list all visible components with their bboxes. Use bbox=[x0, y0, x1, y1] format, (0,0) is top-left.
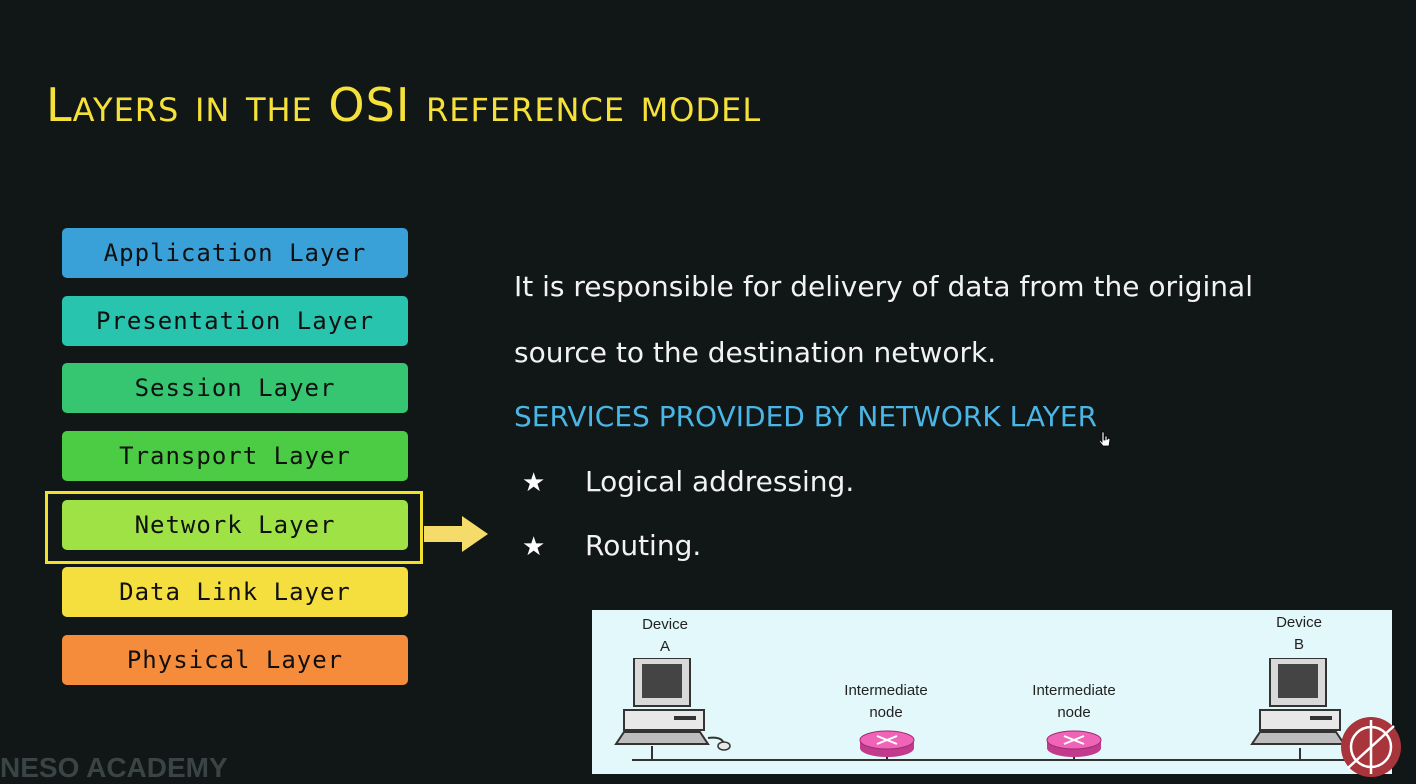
layer-session: Session Layer bbox=[62, 363, 408, 413]
device-b-label: Device B bbox=[1266, 612, 1332, 656]
intermediate-node-2-label: Intermediate node bbox=[1016, 680, 1132, 724]
description-line-1: It is responsible for delivery of data f… bbox=[514, 270, 1253, 303]
layer-transport: Transport Layer bbox=[62, 431, 408, 481]
device-b-label-line2: B bbox=[1293, 636, 1304, 653]
slide-title: Layers in the OSI reference model bbox=[46, 78, 762, 132]
intermediate-node-1-line1: Intermediate bbox=[844, 682, 928, 699]
layer-physical: Physical Layer bbox=[62, 635, 408, 685]
layer-presentation: Presentation Layer bbox=[62, 296, 408, 346]
intermediate-node-1-label: Intermediate node bbox=[828, 680, 944, 724]
logo-icon bbox=[1341, 717, 1401, 777]
intermediate-node-1-line2: node bbox=[869, 704, 903, 721]
intermediate-node-2-line1: Intermediate bbox=[1032, 682, 1116, 699]
computer-icon bbox=[1250, 658, 1346, 745]
watermark: NESO ACADEMY bbox=[0, 752, 228, 783]
cursor-icon bbox=[1098, 431, 1111, 447]
arrow-right-icon bbox=[424, 516, 488, 552]
description-line-2: source to the destination network. bbox=[514, 336, 997, 369]
network-figure: Device A Intermediate node Intermediate … bbox=[592, 610, 1392, 774]
network-layer-highlight bbox=[45, 491, 423, 564]
star-icon: ★ bbox=[522, 468, 546, 498]
computer-icon bbox=[614, 658, 731, 751]
device-a-label-line1: Device bbox=[642, 616, 688, 633]
service-item-logical-addressing: Logical addressing. bbox=[585, 465, 855, 498]
service-item-routing: Routing. bbox=[585, 529, 702, 562]
router-icon bbox=[1046, 730, 1102, 757]
router-icon bbox=[859, 730, 915, 757]
intermediate-node-2-line2: node bbox=[1057, 704, 1091, 721]
device-a-label-line2: A bbox=[659, 638, 670, 655]
star-icon: ★ bbox=[522, 532, 546, 562]
layer-data-link: Data Link Layer bbox=[62, 567, 408, 617]
device-b-label-line1: Device bbox=[1276, 614, 1322, 631]
services-heading: SERVICES PROVIDED BY NETWORK LAYER bbox=[514, 400, 1098, 433]
device-a-label: Device A bbox=[632, 614, 698, 658]
layer-application: Application Layer bbox=[62, 228, 408, 278]
